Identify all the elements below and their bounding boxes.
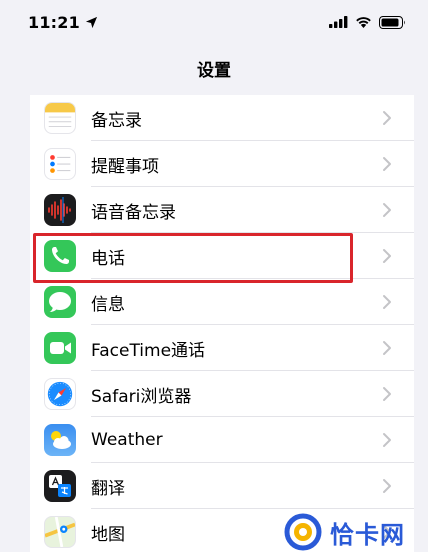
settings-item-weather[interactable]: Weather (30, 417, 414, 463)
status-bar: 11:21 (0, 0, 428, 44)
settings-item-translate[interactable]: 翻译 (30, 463, 414, 509)
messages-icon (44, 286, 76, 318)
wifi-icon (356, 17, 371, 28)
settings-item-voice-memos[interactable]: 语音备忘录 (30, 187, 414, 233)
status-time: 11:21 (28, 12, 80, 32)
reminders-icon (44, 148, 76, 180)
settings-item-reminders[interactable]: 提醒事项 (30, 141, 414, 187)
page-title: 设置 (197, 61, 231, 81)
chevron-right-icon (383, 295, 391, 309)
status-indicators (329, 15, 406, 29)
settings-item-label: FaceTime通话 (91, 340, 206, 361)
battery-icon (379, 15, 405, 29)
notes-icon (44, 102, 76, 134)
chevron-right-icon (383, 157, 391, 171)
settings-item-label: Weather (91, 430, 163, 450)
watermark: 恰卡网 (284, 512, 424, 552)
settings-item-label: 语音备忘录 (91, 202, 176, 223)
cellular-signal-icon (329, 16, 348, 28)
settings-item-label: 提醒事项 (91, 156, 159, 177)
watermark-logo-icon (284, 513, 322, 551)
settings-item-safari[interactable]: Safari浏览器 (30, 371, 414, 417)
settings-item-notes[interactable]: 备忘录 (30, 95, 414, 141)
maps-icon (44, 516, 76, 548)
settings-item-messages[interactable]: 信息 (30, 279, 414, 325)
settings-item-label: 备忘录 (91, 110, 142, 131)
settings-item-facetime[interactable]: FaceTime通话 (30, 325, 414, 371)
status-time-group: 11:21 (28, 13, 98, 32)
chevron-right-icon (383, 249, 391, 263)
chevron-right-icon (383, 203, 391, 217)
chevron-right-icon (383, 433, 391, 447)
settings-item-label: 信息 (91, 294, 125, 315)
translate-icon (44, 470, 76, 502)
weather-icon (44, 424, 76, 456)
settings-list: 备忘录 提醒事项 语音备忘录 电话 信息 FaceTime通话 Safari浏览… (30, 95, 414, 552)
facetime-icon (44, 332, 76, 364)
safari-compass-icon (44, 378, 76, 410)
chevron-right-icon (383, 387, 391, 401)
settings-item-label: 翻译 (91, 478, 125, 499)
settings-item-label: 地图 (91, 524, 125, 545)
chevron-right-icon (383, 111, 391, 125)
chevron-right-icon (383, 341, 391, 355)
voice-memos-icon (44, 194, 76, 226)
chevron-right-icon (383, 479, 391, 493)
settings-item-label: Safari浏览器 (91, 386, 192, 407)
highlight-annotation (33, 233, 353, 283)
location-arrow-icon (85, 16, 98, 28)
watermark-text: 恰卡网 (330, 520, 405, 549)
